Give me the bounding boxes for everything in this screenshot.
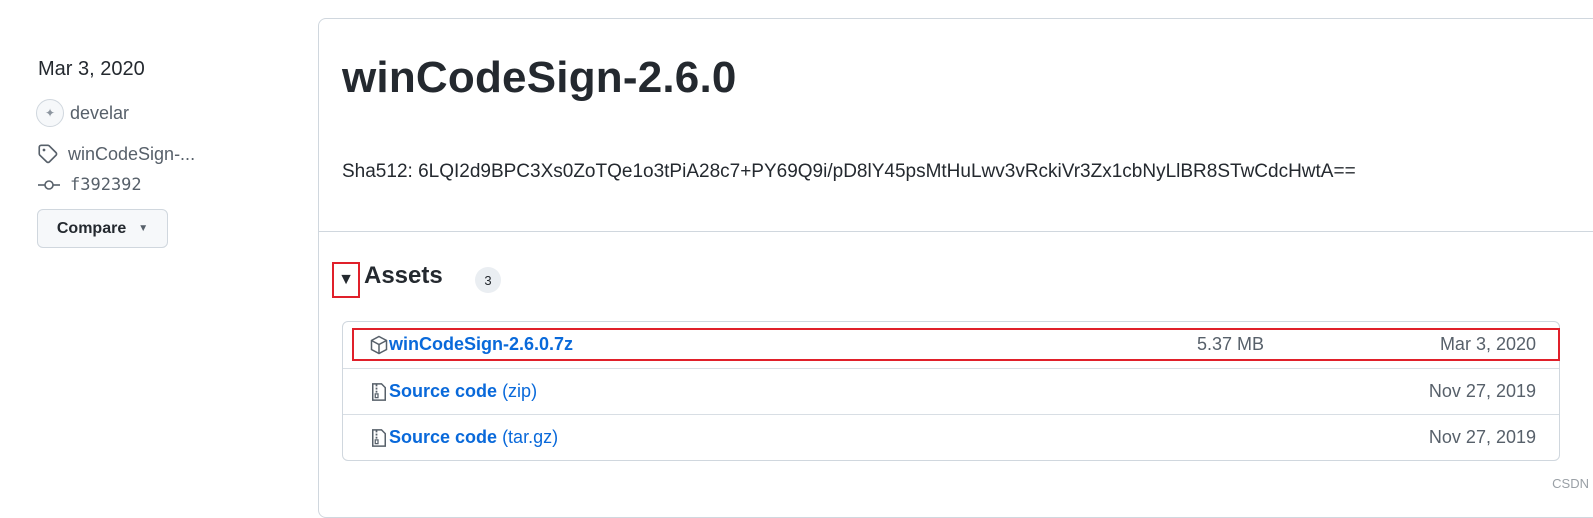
author[interactable]: ✦ develar: [36, 99, 129, 127]
assets-count-badge: 3: [475, 267, 501, 293]
asset-date: Mar 3, 2020: [1440, 334, 1536, 355]
release-card: winCodeSign-2.6.0 Sha512: 6LQI2d9BPC3Xs0…: [318, 18, 1593, 518]
package-icon: [369, 335, 389, 355]
asset-row[interactable]: Source code (zip) Nov 27, 2019: [343, 368, 1559, 414]
release-date: Mar 3, 2020: [38, 58, 145, 81]
release-title[interactable]: winCodeSign-2.6.0: [342, 53, 737, 103]
commit-sha[interactable]: f392392: [70, 175, 142, 195]
source-code-targz-link[interactable]: Source code (tar.gz): [389, 427, 558, 448]
chevron-down-icon: ▼: [138, 223, 148, 234]
tag-name[interactable]: winCodeSign-...: [68, 144, 195, 165]
asset-size: 5.37 MB: [1197, 334, 1264, 355]
asset-name[interactable]: winCodeSign-2.6.0.7z: [389, 334, 573, 354]
assets-toggle-icon[interactable]: ▼: [332, 262, 360, 298]
avatar[interactable]: ✦: [36, 99, 64, 127]
file-zip-icon: [369, 382, 389, 402]
asset-date: Nov 27, 2019: [1429, 381, 1536, 402]
release-sha: Sha512: 6LQI2d9BPC3Xs0ZoTQe1o3tPiA28c7+P…: [342, 161, 1356, 183]
asset-download-link[interactable]: winCodeSign-2.6.0.7z: [389, 334, 573, 355]
assets-list: winCodeSign-2.6.0.7z 5.37 MB Mar 3, 2020…: [342, 321, 1560, 461]
asset-name[interactable]: Source code: [389, 381, 497, 401]
asset-row[interactable]: Source code (tar.gz) Nov 27, 2019: [343, 414, 1559, 460]
author-name[interactable]: develar: [70, 103, 129, 124]
compare-button[interactable]: Compare ▼: [37, 209, 168, 248]
csdn-watermark: CSDN: [1552, 476, 1589, 491]
asset-row[interactable]: winCodeSign-2.6.0.7z 5.37 MB Mar 3, 2020: [343, 322, 1559, 368]
source-code-zip-link[interactable]: Source code (zip): [389, 381, 537, 402]
release-tag[interactable]: winCodeSign-...: [38, 142, 195, 166]
asset-format[interactable]: (tar.gz): [502, 427, 558, 447]
asset-date: Nov 27, 2019: [1429, 427, 1536, 448]
tag-icon: [38, 144, 58, 164]
git-commit-icon: [38, 177, 60, 193]
compare-label: Compare: [57, 220, 126, 238]
asset-format[interactable]: (zip): [502, 381, 537, 401]
file-zip-icon: [369, 428, 389, 448]
assets-heading[interactable]: Assets: [364, 262, 443, 290]
release-sidebar: Mar 3, 2020 ✦ develar winCodeSign-... f3…: [0, 0, 320, 503]
release-commit[interactable]: f392392: [38, 173, 142, 197]
asset-name[interactable]: Source code: [389, 427, 497, 447]
divider: [319, 231, 1593, 232]
